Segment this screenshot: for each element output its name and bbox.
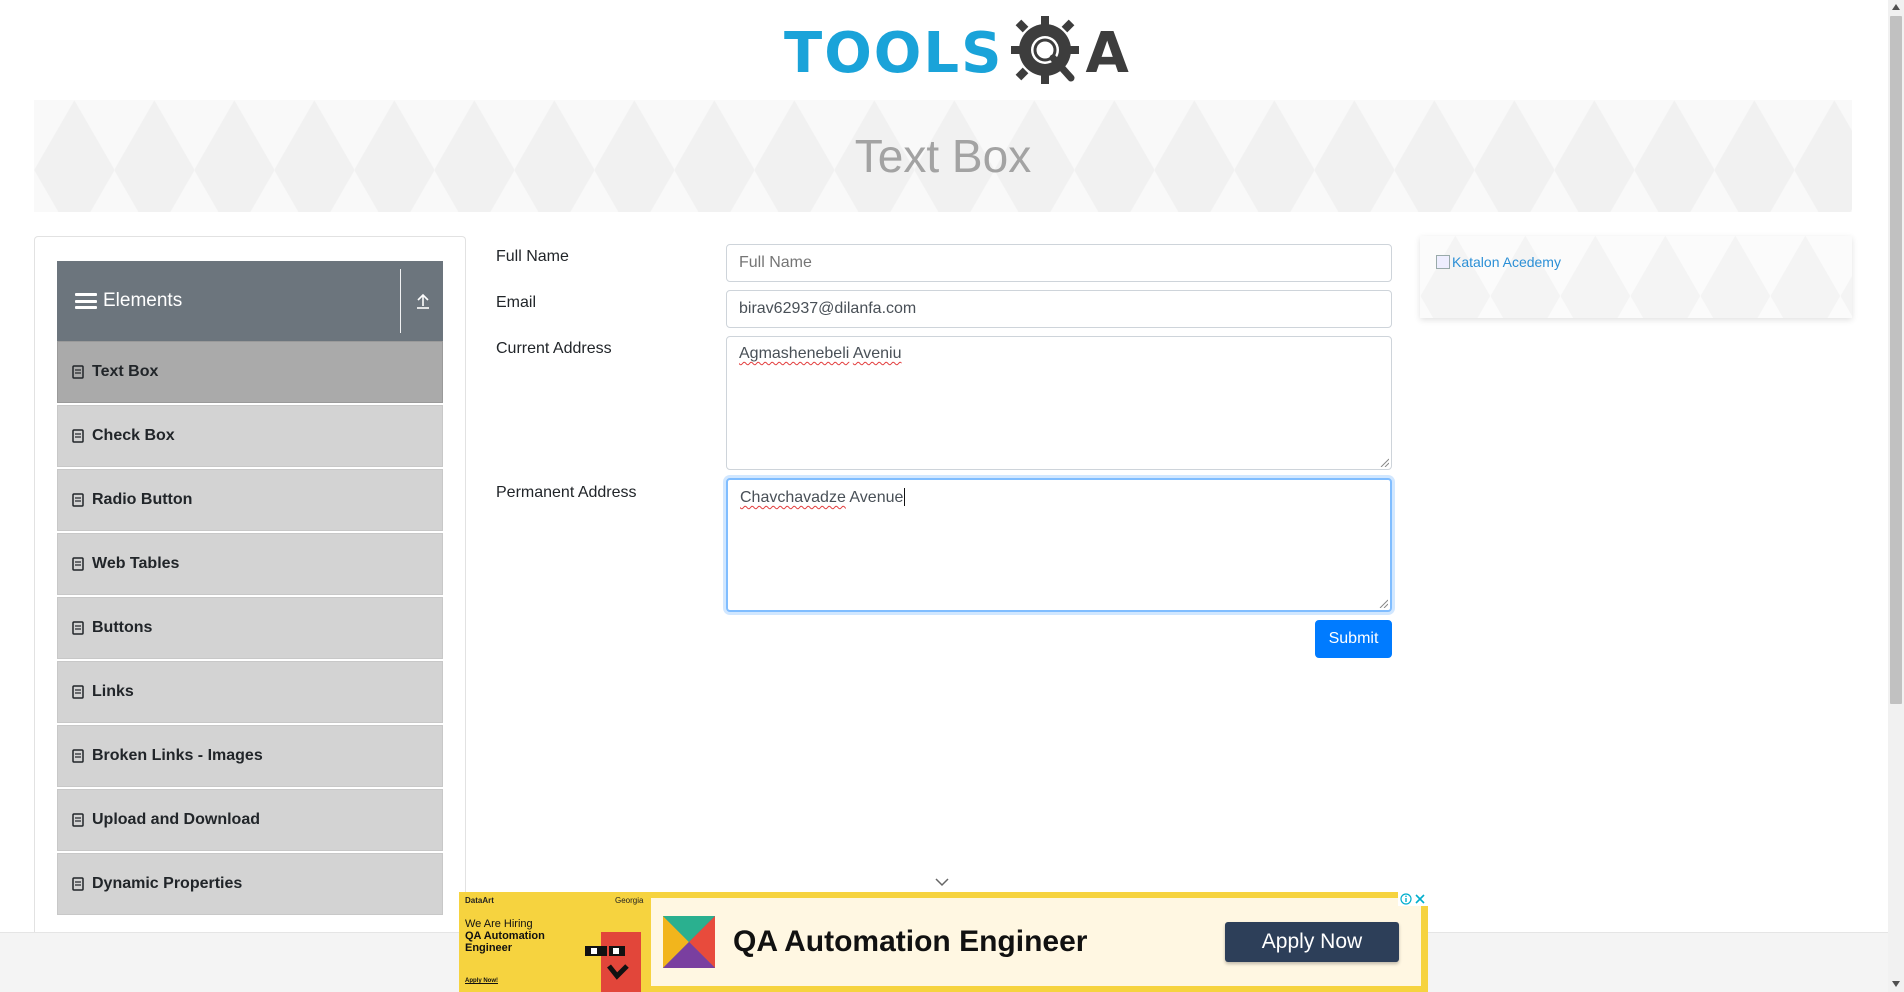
sidebar-menu: Text Box Check Box Radio Button Web Tabl… bbox=[57, 341, 443, 917]
file-icon bbox=[72, 877, 84, 891]
email-input[interactable]: birav62937@dilanfa.com bbox=[726, 290, 1392, 328]
ad-hiring-line-3: Engineer bbox=[465, 942, 513, 954]
sidebar-item-label: Web Tables bbox=[92, 555, 180, 572]
broken-image-icon bbox=[1436, 255, 1450, 269]
sidebar-item-label: Buttons bbox=[92, 619, 153, 636]
sidebar-item-dynamic-properties[interactable]: Dynamic Properties bbox=[57, 853, 443, 915]
scrollbar-thumb[interactable] bbox=[1890, 16, 1902, 704]
ad-small-cta[interactable]: Apply Now! bbox=[465, 978, 498, 984]
file-icon bbox=[72, 365, 84, 379]
permanent-address-word-1: Chavchavadze bbox=[740, 489, 846, 506]
submit-button[interactable]: Submit bbox=[1315, 620, 1392, 658]
sidebar-item-label: Dynamic Properties bbox=[92, 875, 243, 892]
ad-card: QA Automation Engineer Apply Now bbox=[651, 898, 1421, 986]
resize-grip-icon[interactable] bbox=[1378, 598, 1388, 608]
ad-hiring-text: We Are Hiring QA Automation Engineer bbox=[465, 918, 575, 954]
logo-text-tools: TOOLS bbox=[784, 21, 1004, 86]
sidebar-item-buttons[interactable]: Buttons bbox=[57, 597, 443, 659]
file-icon bbox=[72, 493, 84, 507]
ad-info-icon[interactable] bbox=[1400, 893, 1412, 905]
sidebar-item-label: Text Box bbox=[92, 363, 159, 380]
sidebar-item-label: Links bbox=[92, 683, 134, 700]
sidebar-item-radio-button[interactable]: Radio Button bbox=[57, 469, 443, 531]
site-logo[interactable]: TOOLS A bbox=[784, 14, 1129, 94]
ad-face-illustration-icon bbox=[585, 932, 641, 992]
text-caret bbox=[904, 488, 906, 506]
current-address-word-1: Agmashenebeli bbox=[739, 345, 850, 362]
email-label: Email bbox=[496, 294, 537, 311]
ad-apply-button[interactable]: Apply Now bbox=[1225, 922, 1399, 962]
full-name-label: Full Name bbox=[496, 248, 569, 265]
sidebar-item-label: Upload and Download bbox=[92, 811, 260, 828]
collapse-arrow-icon[interactable] bbox=[411, 289, 435, 313]
ad-controls bbox=[1398, 892, 1428, 906]
sidebar-item-check-box[interactable]: Check Box bbox=[57, 405, 443, 467]
logo-text-a: A bbox=[1085, 21, 1129, 86]
file-icon bbox=[72, 429, 84, 443]
left-panel: Elements Text Box Check Box Radio Button bbox=[34, 236, 466, 936]
permanent-address-word-2: Avenue bbox=[845, 489, 904, 506]
full-name-input[interactable] bbox=[726, 244, 1392, 282]
header-divider bbox=[400, 269, 401, 333]
hamburger-icon bbox=[75, 293, 97, 309]
ad-region: Georgia bbox=[615, 896, 644, 905]
current-address-textarea[interactable]: Agmashenebeli Aveniu bbox=[726, 336, 1392, 470]
file-icon bbox=[72, 813, 84, 827]
scroll-down-arrow-icon[interactable] bbox=[1891, 980, 1901, 988]
sidebar-item-label: Check Box bbox=[92, 427, 175, 444]
sidebar-group-title: Elements bbox=[103, 290, 183, 311]
permanent-address-textarea[interactable]: Chavchavadze Avenue bbox=[726, 478, 1392, 612]
file-icon bbox=[72, 621, 84, 635]
ad-left-panel: DataArt Georgia We Are Hiring QA Automat… bbox=[459, 892, 649, 992]
file-icon bbox=[72, 557, 84, 571]
ad-hiring-line-2: QA Automation bbox=[465, 930, 545, 942]
page-title: Text Box bbox=[854, 130, 1032, 182]
side-ad-box: Katalon Acedemy bbox=[1420, 236, 1852, 318]
ad-close-icon[interactable] bbox=[1414, 893, 1426, 905]
vertical-scrollbar[interactable] bbox=[1888, 0, 1904, 992]
scroll-up-arrow-icon[interactable] bbox=[1891, 3, 1901, 11]
current-address-word-2: Aveniu bbox=[852, 345, 902, 362]
sidebar-item-label: Broken Links - Images bbox=[92, 747, 263, 764]
ad-hiring-line-1: We Are Hiring bbox=[465, 918, 533, 930]
sidebar-item-web-tables[interactable]: Web Tables bbox=[57, 533, 443, 595]
file-icon bbox=[72, 685, 84, 699]
page: TOOLS A Text Box Elements Text Box Check… bbox=[0, 0, 1904, 992]
gear-magnifier-icon bbox=[1011, 16, 1080, 84]
permanent-address-label: Permanent Address bbox=[496, 484, 637, 501]
sidebar-item-text-box[interactable]: Text Box bbox=[57, 341, 443, 403]
katalon-ad-link[interactable]: Katalon Acedemy bbox=[1452, 254, 1561, 270]
katalon-ad-image[interactable]: Katalon Acedemy bbox=[1436, 254, 1561, 270]
chevron-down-icon[interactable] bbox=[933, 876, 951, 888]
sidebar-item-label: Radio Button bbox=[92, 491, 193, 508]
sidebar-item-broken-links-images[interactable]: Broken Links - Images bbox=[57, 725, 443, 787]
bottom-ad-banner[interactable]: DataArt Georgia We Are Hiring QA Automat… bbox=[459, 892, 1428, 992]
ad-title: QA Automation Engineer bbox=[733, 925, 1088, 958]
sidebar-item-upload-and-download[interactable]: Upload and Download bbox=[57, 789, 443, 851]
resize-grip-icon[interactable] bbox=[1379, 457, 1389, 467]
ad-logo-icon bbox=[663, 916, 715, 968]
sidebar-item-links[interactable]: Links bbox=[57, 661, 443, 723]
current-address-label: Current Address bbox=[496, 340, 612, 357]
sidebar-group-elements[interactable]: Elements bbox=[57, 261, 443, 341]
file-icon bbox=[72, 749, 84, 763]
email-value: birav62937@dilanfa.com bbox=[739, 300, 917, 317]
page-banner: Text Box bbox=[34, 100, 1852, 212]
ad-brand: DataArt bbox=[465, 896, 494, 905]
